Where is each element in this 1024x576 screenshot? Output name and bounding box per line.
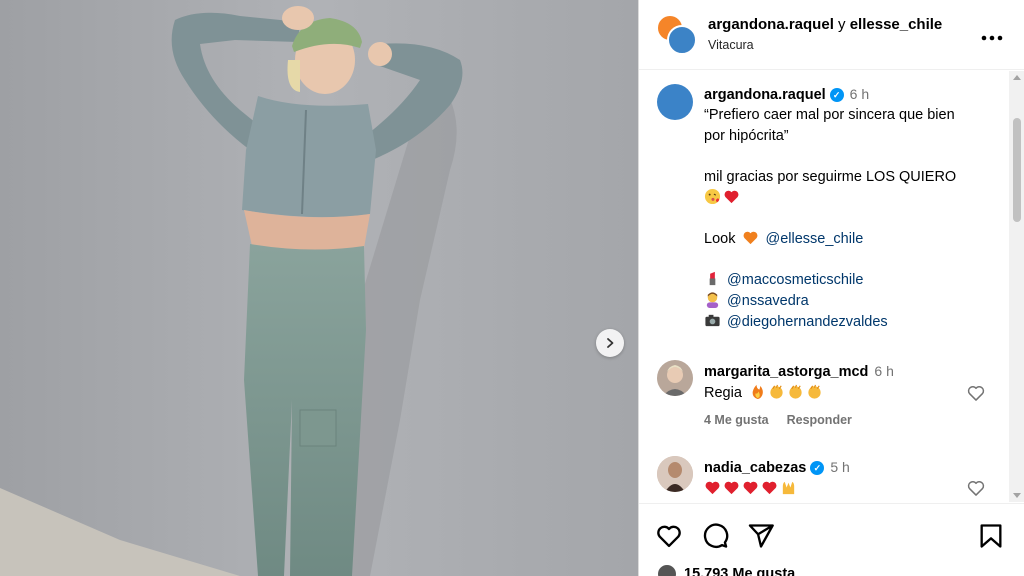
- comment-text-line: Regia: [704, 383, 825, 401]
- look-label: Look: [704, 231, 736, 247]
- likes-summary[interactable]: 15.793 Me gusta: [656, 563, 795, 576]
- caption-header: argandona.raquel ✓ 6 h: [704, 86, 869, 103]
- post-image: [0, 0, 638, 576]
- mention-makeup-link[interactable]: @maccosmeticschile: [727, 272, 863, 288]
- liker-avatar: [656, 563, 678, 576]
- comment-heart-icon[interactable]: [966, 383, 986, 403]
- clap-emoji-icon: [789, 384, 802, 399]
- comments-scroll-area[interactable]: argandona.raquel ✓ 6 h “Prefiero caer mal …: [639, 71, 1009, 502]
- avatar-owner[interactable]: [667, 25, 697, 55]
- comment-header: nadia_cabezas ✓ 5 h: [704, 459, 850, 476]
- comment-username-link[interactable]: nadia_cabezas: [704, 460, 806, 476]
- caption-time[interactable]: 6 h: [850, 86, 869, 102]
- comment-avatar[interactable]: [657, 456, 693, 492]
- caption-avatar[interactable]: [657, 84, 693, 120]
- comment-avatar[interactable]: [657, 360, 693, 396]
- avatar-image: [663, 365, 687, 396]
- collaborator-username-link[interactable]: ellesse_chile: [850, 16, 943, 33]
- save-icon[interactable]: [977, 522, 1005, 550]
- collab-avatars[interactable]: [656, 14, 697, 55]
- clap-emoji-icon: [770, 384, 783, 399]
- heart-icon[interactable]: [655, 522, 683, 550]
- orange-heart-emoji-icon: [744, 231, 758, 245]
- more-options-button[interactable]: [981, 24, 1003, 47]
- red-heart-emoji-icon: [724, 190, 739, 204]
- comment-username-link[interactable]: margarita_astorga_mcd: [704, 364, 868, 380]
- camera-emoji-icon: [705, 314, 720, 327]
- red-heart-emoji-icon: [762, 481, 777, 495]
- comment-header: margarita_astorga_mcd 6 h: [704, 363, 894, 380]
- likes-count[interactable]: 15.793 Me gusta: [684, 566, 795, 576]
- next-photo-button[interactable]: [596, 329, 624, 357]
- verified-icon: ✓: [810, 461, 825, 475]
- clap-emoji-icon: [808, 384, 821, 399]
- post-side-panel: argandona.raquel y ellesse_chile Vitacur…: [638, 0, 1024, 576]
- red-heart-emoji-icon: [705, 481, 720, 495]
- comment-time[interactable]: 5 h: [830, 459, 849, 475]
- mention-look-link[interactable]: @ellesse_chile: [766, 231, 864, 247]
- caption-makeup-line: @maccosmeticschile: [704, 270, 863, 291]
- owner-username-link[interactable]: argandona.raquel: [708, 16, 834, 33]
- avatar-image: [657, 456, 693, 492]
- action-bar: 15.793 Me gusta: [639, 503, 1024, 576]
- caption-hair-line: @nssavedra: [704, 291, 809, 312]
- post-authors: argandona.raquel y ellesse_chile: [708, 16, 942, 33]
- scrollbar-thumb[interactable]: [1013, 118, 1021, 222]
- lipstick-emoji-icon: [709, 271, 716, 286]
- verified-icon: ✓: [829, 88, 844, 102]
- caption-photo-line: @diegohernandezvaldes: [704, 312, 888, 333]
- caption-emoji-line: [704, 188, 742, 209]
- red-heart-emoji-icon: [743, 481, 758, 495]
- caption-quote-line-2: por hipócrita”: [704, 128, 789, 144]
- raised-hands-emoji-icon: [782, 481, 795, 495]
- authors-joiner: y: [838, 16, 846, 33]
- post-header: argandona.raquel y ellesse_chile Vitacur…: [639, 0, 1024, 70]
- scroll-down-arrow-icon[interactable]: [1013, 493, 1021, 498]
- comment-heart-icon[interactable]: [966, 478, 986, 498]
- comment-time[interactable]: 6 h: [874, 363, 893, 379]
- comment-likes-link[interactable]: 4 Me gusta: [704, 413, 769, 427]
- scroll-up-arrow-icon[interactable]: [1013, 75, 1021, 80]
- red-heart-emoji-icon: [724, 481, 739, 495]
- comment-text: Regia: [704, 385, 742, 401]
- caption-username-link[interactable]: argandona.raquel: [704, 87, 826, 103]
- share-icon[interactable]: [747, 522, 775, 550]
- comment-emoji-line: [704, 479, 799, 497]
- location-link[interactable]: Vitacura: [708, 38, 754, 52]
- chevron-right-icon: [607, 338, 614, 348]
- fire-emoji-icon: [752, 384, 763, 400]
- caption-thanks: mil gracias por seguirme LOS QUIERO: [704, 169, 957, 185]
- more-icon: [981, 35, 1003, 41]
- kiss-face-emoji-icon: [704, 188, 721, 205]
- comment-icon[interactable]: [701, 522, 729, 550]
- caption-look-line: Look @ellesse_chile: [704, 229, 863, 250]
- reply-button[interactable]: Responder: [787, 413, 852, 427]
- mention-hair-link[interactable]: @nssavedra: [727, 293, 809, 309]
- haircut-emoji-icon: [706, 292, 719, 308]
- mention-photo-link[interactable]: @diegohernandezvaldes: [727, 314, 888, 330]
- comments-scrollbar[interactable]: [1009, 71, 1024, 502]
- caption-quote-line-1: “Prefiero caer mal por sincera que bien: [704, 107, 955, 123]
- photo-illustration: [0, 0, 638, 576]
- comment-meta: 4 Me gusta Responder: [704, 413, 870, 427]
